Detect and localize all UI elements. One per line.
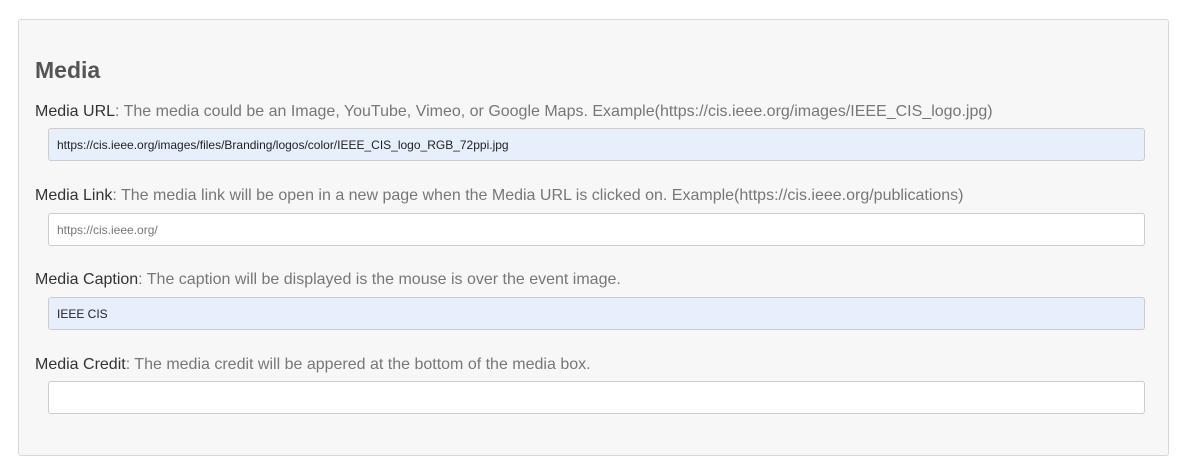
media-url-label: Media URL: The media could be an Image, … bbox=[35, 102, 993, 122]
media-caption-description: : The caption will be displayed is the m… bbox=[138, 271, 621, 288]
media-credit-label: Media Credit: The media credit will be a… bbox=[35, 355, 591, 375]
media-credit-label-name: Media Credit bbox=[35, 356, 126, 373]
media-link-input[interactable] bbox=[48, 213, 1145, 246]
media-caption-label: Media Caption: The caption will be displ… bbox=[35, 270, 621, 290]
media-caption-label-name: Media Caption bbox=[35, 271, 139, 288]
media-link-description: : The media link will be open in a new p… bbox=[112, 187, 964, 204]
media-url-input[interactable] bbox=[48, 128, 1145, 161]
media-credit-description: : The media credit will be appered at th… bbox=[125, 356, 591, 373]
media-url-label-name: Media URL bbox=[35, 103, 116, 120]
media-url-description: : The media could be an Image, YouTube, … bbox=[115, 103, 993, 120]
media-credit-input[interactable] bbox=[48, 381, 1145, 414]
media-caption-input[interactable] bbox=[48, 297, 1145, 330]
media-link-label-name: Media Link bbox=[35, 187, 113, 204]
media-link-label: Media Link: The media link will be open … bbox=[35, 186, 964, 206]
media-section-panel: Media Media URL: The media could be an I… bbox=[18, 19, 1169, 456]
section-title: Media bbox=[35, 57, 101, 83]
